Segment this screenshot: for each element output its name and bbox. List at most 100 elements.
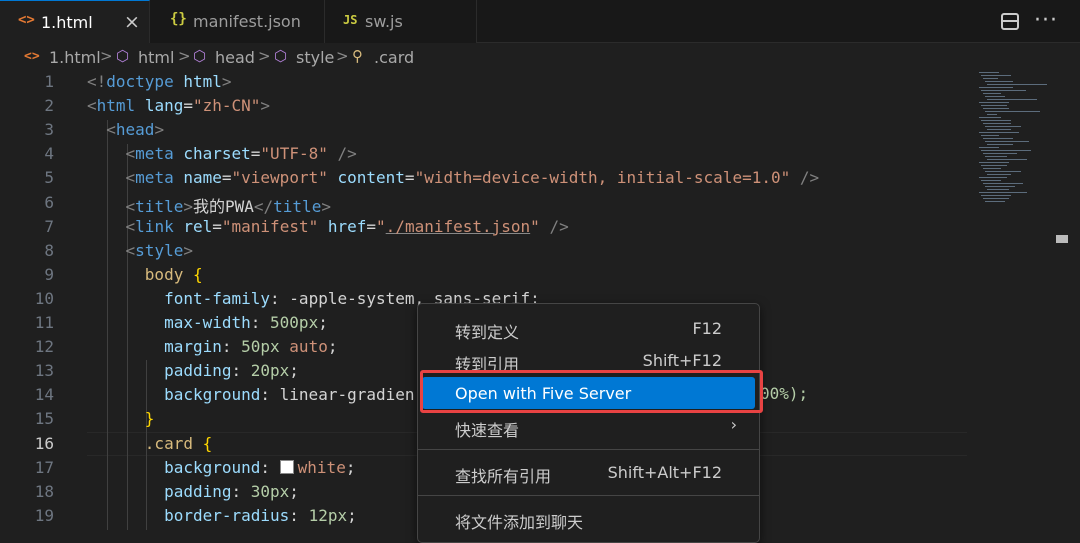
minimap-line (987, 174, 1011, 175)
code-token: rel (183, 216, 213, 236)
menu-item-add-file-to-chat[interactable]: 将文件添加到聊天 (422, 502, 755, 534)
code-line[interactable]: .card { (87, 434, 212, 453)
line-number: 17 (34, 457, 54, 477)
code-line[interactable]: margin: 50px auto; (87, 337, 337, 356)
code-line[interactable]: <title>我的PWA</title> (87, 193, 331, 217)
code-token: "manifest" (221, 216, 319, 236)
minimap-line (987, 99, 1037, 100)
breadcrumb-item-head[interactable]: head (215, 48, 255, 67)
close-icon[interactable]: × (124, 11, 140, 33)
code-line[interactable]: <html lang="zh-CN"> (87, 96, 270, 115)
code-token: } (144, 409, 155, 429)
code-token: ; (345, 457, 356, 477)
tab-sw-js[interactable]: JS sw.js (325, 0, 477, 43)
code-token: /> (799, 168, 820, 188)
code-line[interactable]: <head> (87, 120, 164, 139)
minimap-line (987, 144, 1013, 145)
code-token: padding (164, 481, 232, 501)
submenu-chevron-icon: › (730, 415, 737, 434)
html-file-icon: <> (18, 12, 35, 28)
code-token: content (337, 168, 405, 188)
minimap-line (981, 90, 1026, 91)
menu-separator (418, 495, 759, 496)
code-token: : (289, 505, 309, 525)
minimap-line (985, 81, 1013, 82)
code-token: < (106, 120, 116, 140)
code-line[interactable]: <meta name="viewport" content="width=dev… (87, 168, 820, 188)
code-line[interactable]: background: white; (87, 458, 355, 477)
code-token: charset (183, 144, 251, 164)
code-token: 12px (308, 505, 348, 525)
minimap-line (987, 189, 1009, 190)
menu-item-go-to-definition[interactable]: 转到定义 F12 (422, 312, 755, 344)
code-line[interactable]: <style> (87, 241, 193, 260)
code-token: : (231, 481, 251, 501)
minimap-line (985, 171, 1021, 172)
minimap-line (979, 87, 1013, 88)
html-file-icon: <> (24, 49, 40, 64)
code-line[interactable]: body { (87, 265, 203, 284)
code-line[interactable]: padding: 30px; (87, 482, 299, 501)
code-token: = (212, 216, 222, 236)
minimap-line (983, 93, 1001, 94)
code-token: = (250, 144, 261, 164)
code-line[interactable]: <link rel="manifest" href="./manifest.js… (87, 217, 569, 236)
code-token: background (164, 457, 261, 477)
chevron-right-icon: > (336, 47, 349, 65)
code-token: style (135, 240, 184, 260)
breadcrumb-item-card[interactable]: .card (374, 48, 414, 67)
code-token: > (321, 196, 331, 216)
code-line[interactable]: background: linear-gradien (87, 385, 414, 404)
tab-manifest-json[interactable]: {} manifest.json (150, 0, 325, 43)
minimap-line (983, 108, 1009, 109)
code-token: = (404, 168, 415, 188)
breadcrumb-item-style[interactable]: style (296, 48, 334, 67)
code-line[interactable]: max-width: 500px; (87, 313, 328, 332)
code-token: link (135, 216, 174, 236)
more-actions-icon[interactable]: ··· (1034, 8, 1058, 33)
minimap-line (983, 183, 1023, 184)
minimap-line (981, 120, 1011, 121)
symbol-element-icon: ⬡ (116, 47, 130, 65)
line-number: 7 (44, 216, 54, 236)
symbol-element-icon: ⬡ (274, 47, 288, 65)
code-line[interactable]: border-radius: 12px; (87, 506, 357, 525)
menu-item-peek[interactable]: 快速查看 › (422, 410, 755, 442)
code-token: 30px (250, 481, 290, 501)
scrollbar-thumb[interactable] (1056, 235, 1068, 243)
code-token: ./manifest.json (385, 216, 531, 236)
vertical-scrollbar[interactable] (1055, 70, 1069, 530)
code-line[interactable]: padding: 20px; (87, 361, 299, 380)
minimap-line (979, 177, 1007, 178)
chevron-right-icon: > (100, 47, 113, 65)
breadcrumb-item-file[interactable]: 1.html (49, 48, 101, 67)
menu-item-find-all-references[interactable]: 查找所有引用 Shift+Alt+F12 (422, 456, 755, 488)
code-token: ; (318, 313, 328, 332)
minimap-line (985, 201, 1005, 202)
code-line[interactable]: } (87, 409, 155, 429)
tab-1-html[interactable]: <> 1.html × (0, 0, 150, 43)
toggle-layout-icon[interactable] (1001, 13, 1019, 30)
code-token: = (366, 216, 377, 236)
code-token: 500px (270, 313, 319, 332)
line-number: 18 (34, 481, 54, 501)
code-token: .card (144, 433, 193, 453)
code-line[interactable]: <meta charset="UTF-8" /> (87, 144, 357, 163)
code-token: > (221, 72, 232, 91)
minimap[interactable] (975, 70, 1047, 210)
code-line[interactable]: <!doctype html> (87, 72, 232, 91)
code-token: < (125, 144, 136, 164)
color-swatch-icon (279, 459, 294, 474)
breadcrumb-item-html[interactable]: html (138, 48, 174, 67)
